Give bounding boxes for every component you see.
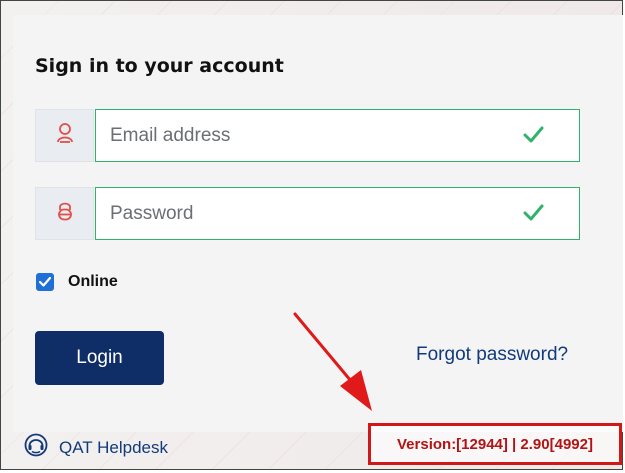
login-window: Sign in to your account Email address Pa…: [0, 0, 623, 470]
annotation-arrow: [293, 312, 372, 411]
